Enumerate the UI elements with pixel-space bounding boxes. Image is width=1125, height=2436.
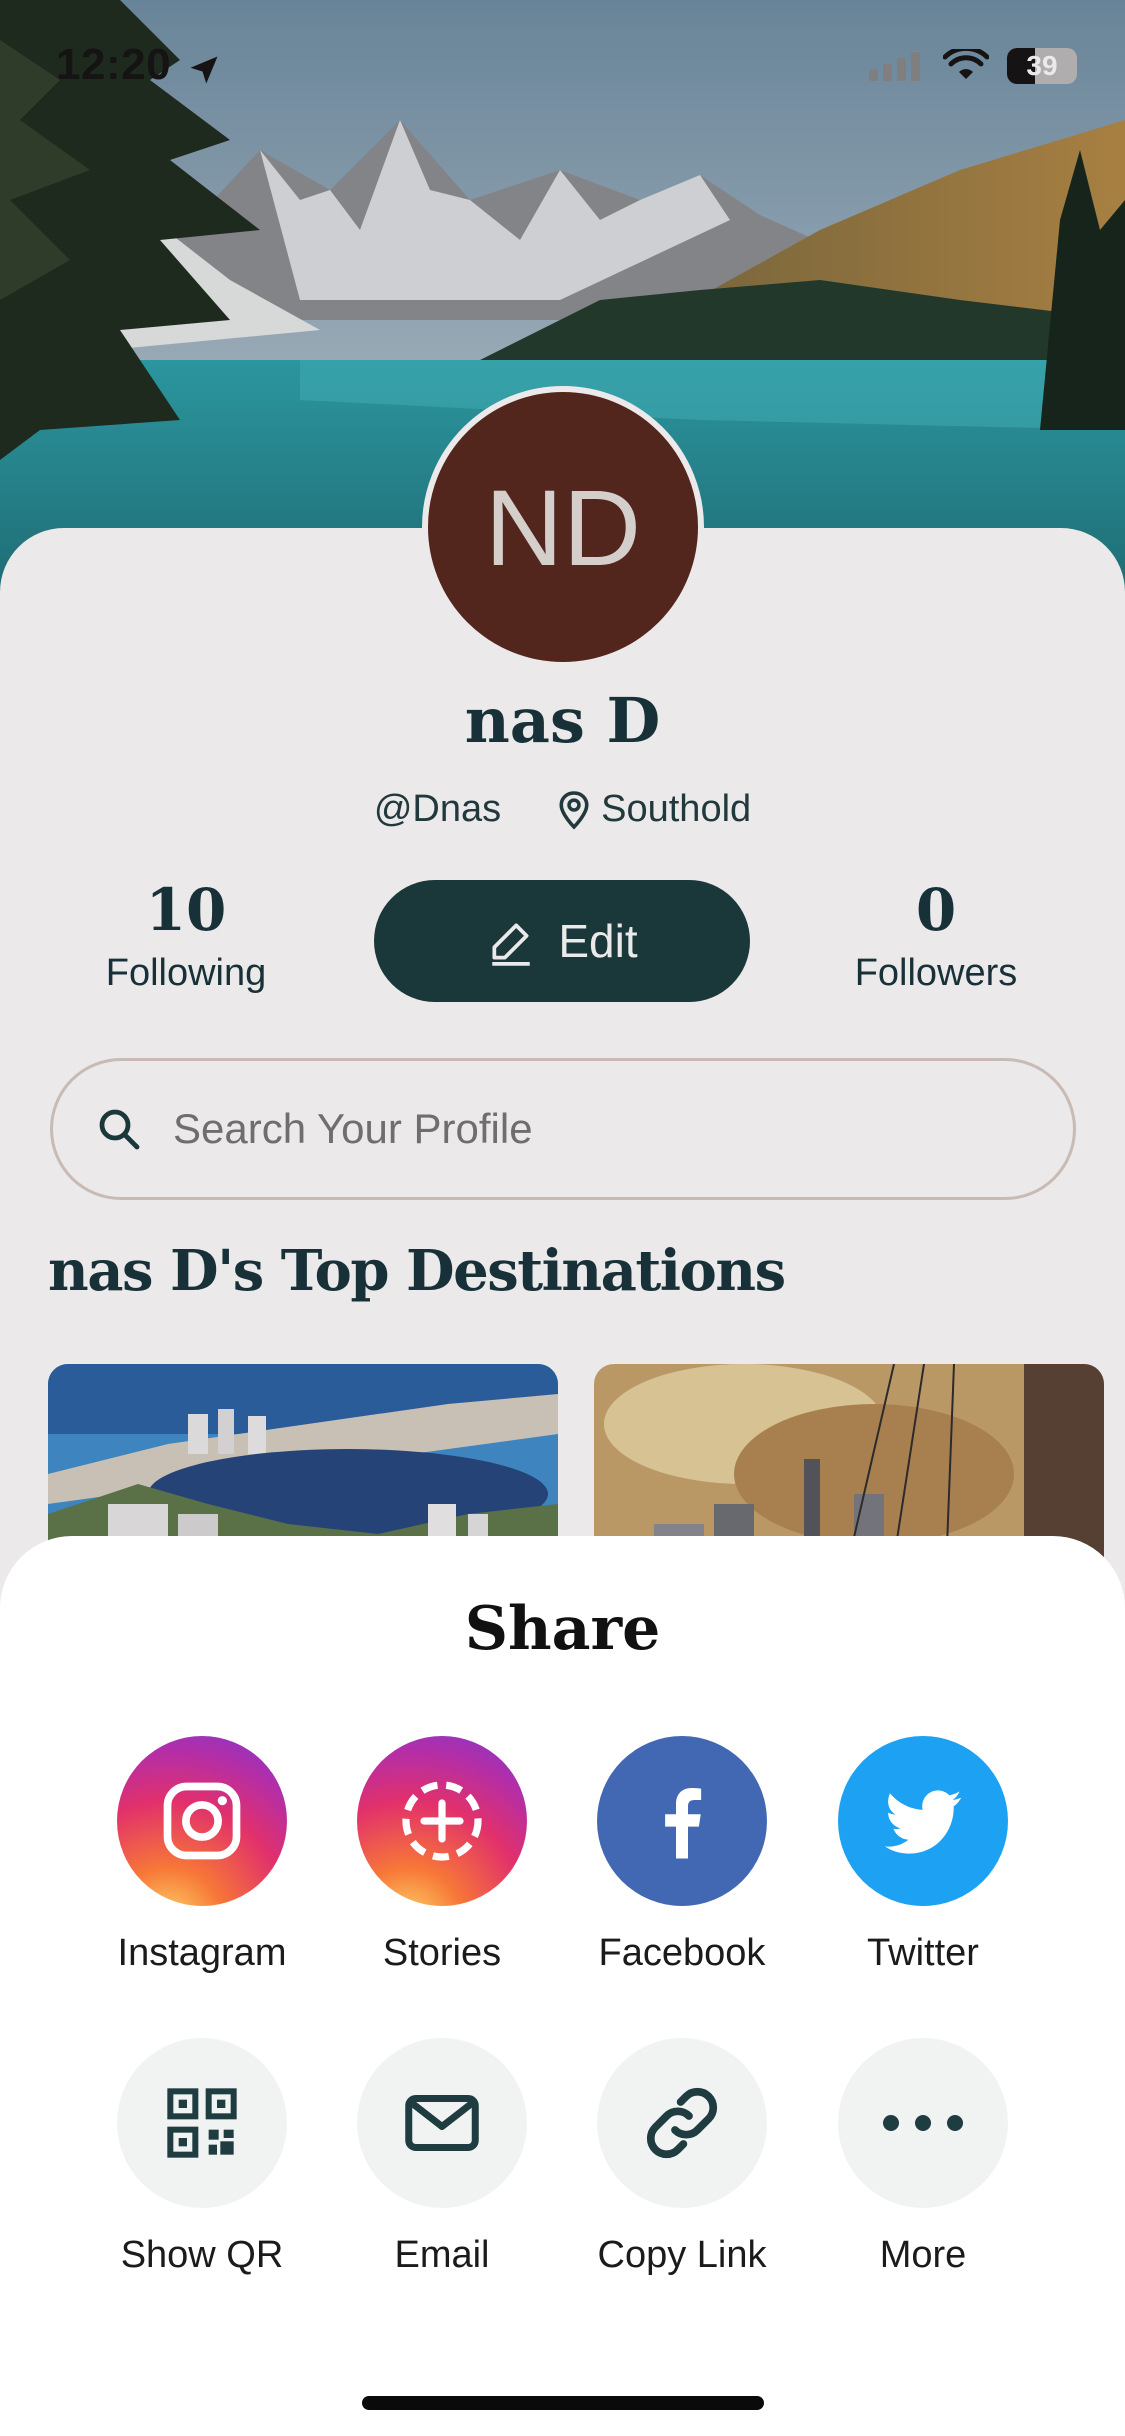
- share-more-label: More: [879, 2234, 967, 2276]
- share-instagram-label: Instagram: [117, 1932, 287, 1974]
- facebook-icon: [665, 1788, 702, 1859]
- profile-location: Southold: [557, 788, 751, 831]
- edit-profile-button[interactable]: Edit: [374, 880, 750, 1002]
- share-more-button[interactable]: More: [803, 2038, 1043, 2277]
- share-instagram-circle: [117, 1736, 287, 1906]
- profile-meta: @Dnas Southold: [0, 788, 1125, 831]
- followers-label: Followers: [854, 952, 1018, 994]
- show-qr-circle: [117, 2038, 287, 2208]
- copy-link-button[interactable]: Copy Link: [562, 2038, 802, 2277]
- profile-handle: @Dnas: [374, 788, 501, 831]
- share-instagram-button[interactable]: Instagram: [82, 1736, 322, 1975]
- profile-search-input[interactable]: [173, 1105, 973, 1153]
- share-email-button[interactable]: Email: [322, 2038, 562, 2277]
- location-text: Southold: [601, 788, 752, 830]
- share-stories-label: Stories: [382, 1932, 502, 1974]
- avatar-initials: ND: [485, 466, 641, 588]
- top-destinations-title: nas D's Top Destinations: [48, 1238, 786, 1304]
- location-arrow-icon: [190, 56, 218, 84]
- search-icon: [99, 1109, 140, 1150]
- following-stat[interactable]: 10 Following: [56, 876, 316, 995]
- share-email-label: Email: [394, 2234, 490, 2276]
- copy-link-circle: [597, 2038, 767, 2208]
- following-label: Following: [105, 952, 267, 994]
- link-icon: [646, 2087, 718, 2159]
- show-qr-button[interactable]: Show QR: [82, 2038, 322, 2277]
- share-twitter-button[interactable]: Twitter: [803, 1736, 1043, 1975]
- following-count: 10: [145, 876, 227, 944]
- share-twitter-label: Twitter: [867, 1932, 979, 1974]
- status-time: 12:20: [56, 40, 172, 89]
- share-stories-circle: [357, 1736, 527, 1906]
- avatar[interactable]: ND: [422, 386, 704, 668]
- twitter-icon: [884, 1790, 962, 1854]
- share-more-circle: [838, 2038, 1008, 2208]
- share-facebook-circle: [597, 1736, 767, 1906]
- ellipsis-icon: [883, 2115, 963, 2131]
- wifi-icon: [943, 49, 989, 79]
- profile-search-box[interactable]: [50, 1058, 1076, 1200]
- home-indicator[interactable]: [362, 2396, 764, 2410]
- cellular-signal-icon: [869, 52, 920, 81]
- followers-count: 0: [915, 876, 957, 944]
- instagram-icon: [163, 1782, 241, 1860]
- copy-link-label: Copy Link: [597, 2234, 767, 2276]
- qr-code-icon: [167, 2088, 237, 2158]
- envelope-icon: [405, 2095, 479, 2151]
- share-title: Share: [464, 1594, 661, 1664]
- share-email-circle: [357, 2038, 527, 2208]
- share-facebook-label: Facebook: [598, 1932, 766, 1974]
- handle-text: @Dnas: [373, 788, 502, 830]
- battery-icon: 39: [1007, 48, 1077, 84]
- pencil-icon: [492, 923, 531, 966]
- profile-name: nas D: [464, 684, 661, 757]
- map-pin-icon: [559, 790, 589, 830]
- battery-level: 39: [1026, 50, 1058, 81]
- share-stories-button[interactable]: Stories: [322, 1736, 562, 1975]
- stories-icon: [402, 1781, 482, 1861]
- followers-stat[interactable]: 0 Followers: [806, 876, 1066, 995]
- share-sheet: Share Instagram Stories Facebook Twitter…: [0, 1536, 1125, 2436]
- status-bar: 12:20 39: [0, 0, 1125, 140]
- share-twitter-circle: [838, 1736, 1008, 1906]
- share-facebook-button[interactable]: Facebook: [562, 1736, 802, 1975]
- edit-button-label: Edit: [558, 915, 638, 967]
- show-qr-label: Show QR: [120, 2234, 284, 2276]
